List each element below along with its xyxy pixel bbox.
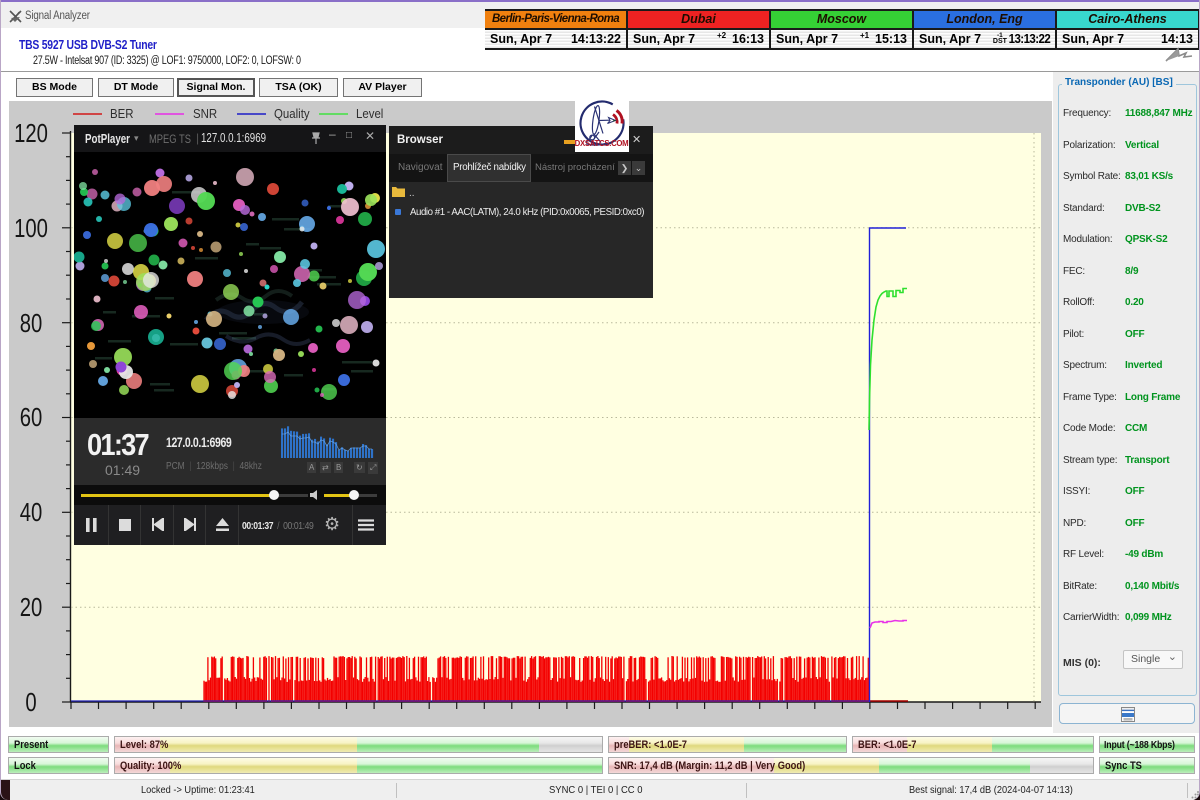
- svg-text:DXSATCS.COM: DXSATCS.COM: [575, 139, 628, 148]
